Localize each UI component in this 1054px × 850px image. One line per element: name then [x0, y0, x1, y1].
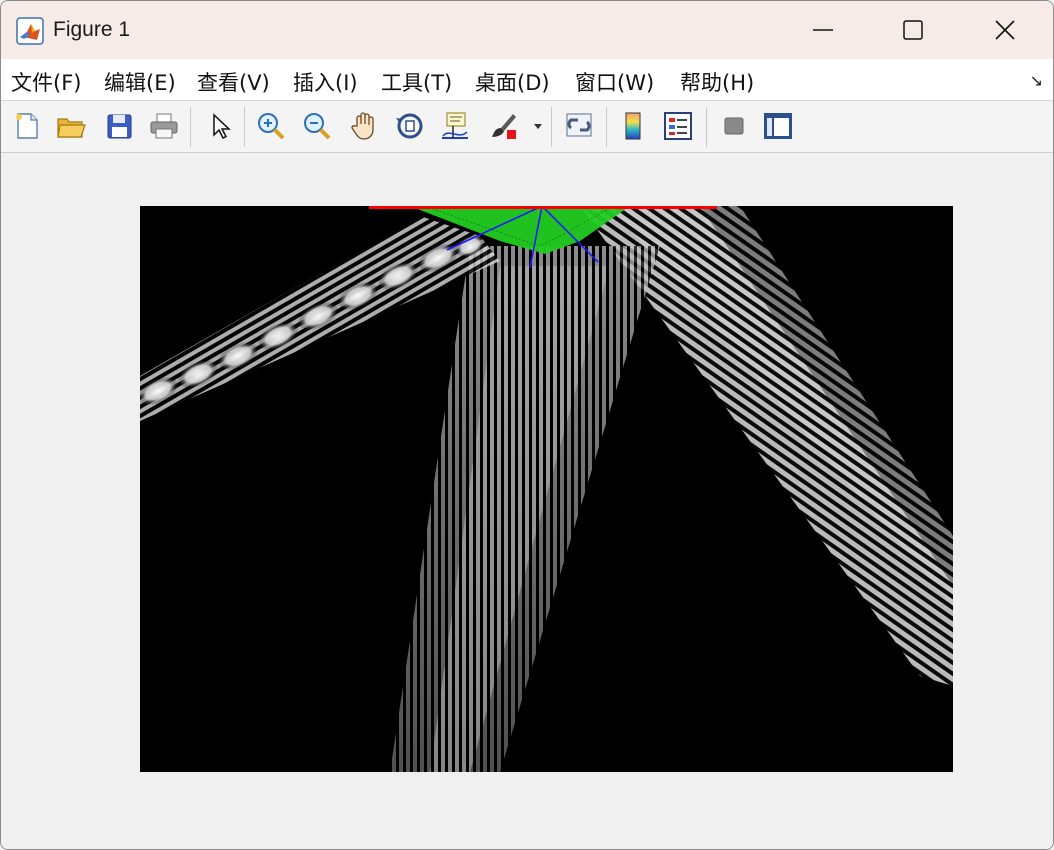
figure-canvas[interactable]	[1, 153, 1053, 849]
toolbar-separator	[706, 107, 707, 147]
edit-plot-button[interactable]	[202, 109, 238, 143]
zoom-out-icon	[304, 113, 331, 140]
menu-window[interactable]: 窗口(W)	[575, 67, 654, 97]
minimize-button[interactable]	[777, 1, 869, 59]
undock-arrow-icon[interactable]: ↘	[1030, 71, 1043, 90]
new-figure-button[interactable]	[9, 109, 45, 143]
open-file-button[interactable]	[53, 109, 89, 143]
show-plot-tools-button[interactable]	[760, 109, 796, 143]
brush-button[interactable]	[485, 109, 521, 143]
maximize-button[interactable]	[867, 1, 959, 59]
close-button[interactable]	[959, 1, 1051, 59]
edit-plot-arrow-icon	[213, 113, 231, 140]
pan-button[interactable]	[346, 109, 382, 143]
menu-desktop[interactable]: 桌面(D)	[475, 67, 550, 97]
toolbar-separator	[606, 107, 607, 147]
hide-plot-tools-icon	[724, 117, 744, 135]
matlab-logo-icon	[16, 17, 44, 45]
pan-hand-icon	[351, 112, 374, 140]
toolbar-separator	[190, 107, 191, 147]
minimize-icon	[813, 29, 833, 31]
open-file-icon	[57, 118, 86, 138]
save-icon	[107, 114, 132, 139]
hide-plot-tools-button[interactable]	[716, 109, 752, 143]
show-plot-tools-icon	[764, 113, 792, 139]
brush-icon	[492, 114, 516, 139]
colorbar-icon	[625, 112, 641, 140]
link-plot-icon	[566, 113, 592, 137]
rotate-3d-icon	[396, 113, 423, 139]
menu-bar: 文件(F) 编辑(E) 查看(V) 插入(I) 工具(T) 桌面(D) 窗口(W…	[1, 59, 1053, 101]
menu-help[interactable]: 帮助(H)	[680, 67, 754, 97]
toolbar-separator	[551, 107, 552, 147]
new-figure-icon	[16, 113, 38, 139]
data-cursor-icon	[442, 112, 468, 139]
menu-edit[interactable]: 编辑(E)	[104, 67, 176, 97]
field-plot-svg	[140, 206, 953, 772]
insert-colorbar-button[interactable]	[615, 109, 651, 143]
brush-dropdown-icon	[534, 124, 542, 129]
menu-insert[interactable]: 插入(I)	[293, 67, 358, 97]
legend-icon	[664, 112, 692, 140]
data-cursor-button[interactable]	[437, 109, 473, 143]
window-title: Figure 1	[53, 18, 131, 41]
menu-tools[interactable]: 工具(T)	[381, 67, 452, 97]
figure-toolbar	[1, 101, 1053, 153]
zoom-in-icon	[258, 113, 285, 140]
link-plot-button[interactable]	[561, 109, 597, 143]
print-button[interactable]	[146, 109, 182, 143]
transducer-array	[369, 206, 717, 209]
figure-window: Figure 1 文件(F) 编辑(E) 查看(V) 插入(I) 工具(T) 桌…	[0, 0, 1054, 850]
maximize-icon	[903, 20, 923, 40]
zoom-in-button[interactable]	[253, 109, 289, 143]
left-lobe-blobs	[140, 234, 486, 406]
close-icon	[995, 20, 1015, 40]
rotate-3d-button[interactable]	[392, 109, 428, 143]
toolbar-separator	[244, 107, 245, 147]
brush-dropdown-button[interactable]	[529, 109, 547, 143]
menu-file[interactable]: 文件(F)	[11, 67, 81, 97]
print-icon	[150, 113, 178, 139]
insert-legend-button[interactable]	[660, 109, 696, 143]
acoustic-field-image	[140, 206, 953, 772]
save-button[interactable]	[101, 109, 137, 143]
zoom-out-button[interactable]	[299, 109, 335, 143]
menu-view[interactable]: 查看(V)	[197, 67, 270, 97]
title-bar[interactable]: Figure 1	[1, 1, 1053, 59]
